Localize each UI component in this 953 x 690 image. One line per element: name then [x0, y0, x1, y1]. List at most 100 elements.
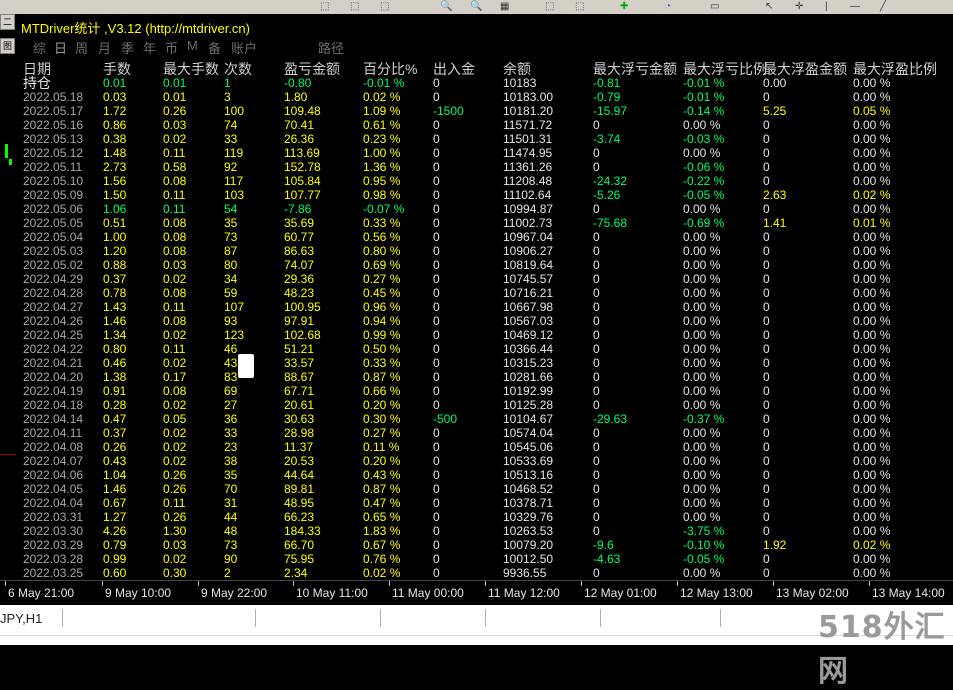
- crosshair-icon[interactable]: ✛: [795, 1, 803, 13]
- table-row[interactable]: 2022.05.06 1.06 0.11 54 -7.86 -0.07 % 0 10994.8…: [16, 202, 953, 216]
- toolbar-icon[interactable]: ⬚: [545, 1, 554, 13]
- table-row[interactable]: 2022.04.25 1.34 0.02 123 102.68 0.99 % 0 10469.…: [16, 328, 953, 342]
- table-row[interactable]: 2022.04.18 0.28 0.02 27 20.61 0.20 % 0 10125.28…: [16, 398, 953, 412]
- table-row[interactable]: 2022.05.05 0.51 0.08 35 35.69 0.33 % 0 11002.73…: [16, 216, 953, 230]
- tab-magic[interactable]: M: [187, 38, 198, 53]
- table-row[interactable]: 2022.05.09 1.50 0.11 103 107.77 0.98 % 0 11102.…: [16, 188, 953, 202]
- status-divider: [0, 635, 953, 636]
- scroll-marker[interactable]: [238, 354, 254, 378]
- cell-percent: 0.66 %: [363, 384, 401, 398]
- table-row[interactable]: 2022.05.10 1.56 0.08 117 105.84 0.95 % 0 11208.…: [16, 174, 953, 188]
- table-row[interactable]: 2022.04.05 1.46 0.26 70 89.81 0.87 % 0 10468.52…: [16, 482, 953, 496]
- cell-balance: 11571.72: [503, 118, 553, 132]
- add-icon[interactable]: ✚: [620, 1, 628, 13]
- zoom-out-icon[interactable]: 🔍: [470, 1, 482, 13]
- cell-date: 2022.03.25: [23, 566, 84, 580]
- table-row[interactable]: 2022.04.27 1.43 0.11 107 100.95 0.96 % 0 10667.…: [16, 300, 953, 314]
- cell-max-float-loss-pct: 0.00 %: [683, 440, 721, 454]
- time-tick: [485, 581, 486, 586]
- cell-count: 33: [224, 132, 238, 146]
- status-separator: [600, 609, 601, 627]
- table-row[interactable]: 2022.05.02 0.88 0.03 80 74.07 0.69 % 0 10819.64…: [16, 258, 953, 272]
- table-row[interactable]: 2022.03.25 0.60 0.30 2 2.34 0.02 % 0 9936.55 0 0.…: [16, 566, 953, 580]
- table-row[interactable]: 2022.05.16 0.86 0.03 74 70.41 0.61 % 0 11571.72…: [16, 118, 953, 132]
- holding-row[interactable]: 持仓 0.01 0.01 1 -0.80 -0.01 % 0 10183 -0.…: [16, 76, 953, 90]
- zoom-in-icon[interactable]: 🔍: [440, 1, 452, 13]
- tab-note[interactable]: 备: [208, 38, 221, 57]
- table-row[interactable]: 2022.03.29 0.79 0.03 73 66.70 0.67 % 0 10079.20…: [16, 538, 953, 552]
- cell-balance: 10263.53: [503, 524, 554, 538]
- cursor-icon[interactable]: ↖: [765, 1, 773, 13]
- chart-tab-symbol[interactable]: JPY,H1: [0, 611, 42, 626]
- table-row[interactable]: 2022.05.03 1.20 0.08 87 86.63 0.80 % 0 10906.27…: [16, 244, 953, 258]
- tab-account[interactable]: 账户: [231, 38, 257, 57]
- table-row[interactable]: 2022.04.21 0.46 0.02 43 33.57 0.33 % 0 10315.23…: [16, 356, 953, 370]
- cell-balance: 10378.71: [503, 496, 554, 510]
- cell-flow: 0: [433, 328, 440, 342]
- tab-summary[interactable]: 综: [33, 38, 46, 57]
- tab-currency[interactable]: 币: [165, 38, 178, 57]
- cell-percent: 0.69 %: [363, 258, 401, 272]
- trendline-icon[interactable]: ╱: [880, 1, 886, 13]
- table-row[interactable]: 2022.04.22 0.80 0.11 46 51.21 0.50 % 0 10366.44…: [16, 342, 953, 356]
- cell-flow: 0: [433, 370, 440, 384]
- cell-date: 2022.05.03: [23, 244, 84, 258]
- grid-icon[interactable]: ▦: [500, 1, 509, 13]
- table-row[interactable]: 2022.05.18 0.03 0.01 3 1.80 0.02 % 0 10183.00 -0…: [16, 90, 953, 104]
- window-icon[interactable]: ▭: [710, 1, 719, 13]
- table-row[interactable]: 2022.05.04 1.00 0.08 73 60.77 0.56 % 0 10967.04…: [16, 230, 953, 244]
- sidebar-button[interactable]: 图: [0, 38, 15, 54]
- table-row[interactable]: 2022.05.13 0.38 0.02 33 26.36 0.23 % 0 11501.31…: [16, 132, 953, 146]
- table-row[interactable]: 2022.04.11 0.37 0.02 33 28.98 0.27 % 0 10574.04…: [16, 426, 953, 440]
- cell-max-float-loss: 0: [593, 426, 600, 440]
- cell-max-float-gain: 5.25: [763, 104, 787, 118]
- tab-week[interactable]: 周: [75, 38, 88, 57]
- horizontal-line-icon[interactable]: —: [850, 1, 860, 13]
- tab-year[interactable]: 年: [143, 38, 156, 57]
- table-row[interactable]: 2022.04.26 1.46 0.08 93 97.91 0.94 % 0 10567.03…: [16, 314, 953, 328]
- toolbar-icon[interactable]: ⬚: [575, 1, 584, 13]
- table-row[interactable]: 2022.03.30 4.26 1.30 48 184.33 1.83 % 0 10263.5…: [16, 524, 953, 538]
- vertical-line-icon[interactable]: |: [825, 1, 828, 13]
- time-tick: [389, 581, 390, 586]
- cell-pnl: 75.95: [284, 552, 315, 566]
- cell-date: 2022.04.28: [23, 286, 84, 300]
- cell-percent: 1.00 %: [363, 146, 401, 160]
- table-row[interactable]: 2022.04.20 1.38 0.17 83 88.67 0.87 % 0 10281.66…: [16, 370, 953, 384]
- cell-lots: 0.67: [103, 496, 127, 510]
- cell-pnl: 100.95: [284, 300, 321, 314]
- cell-max-float-loss-pct: 0.00 %: [683, 118, 721, 132]
- cell-max-float-loss: 0: [593, 496, 600, 510]
- cell-max-float-loss-pct: -0.05 %: [683, 552, 725, 566]
- tab-quarter[interactable]: 季: [121, 38, 134, 57]
- cell-date: 2022.03.31: [23, 510, 84, 524]
- table-row[interactable]: 2022.03.28 0.99 0.02 90 75.95 0.76 % 0 10012.50…: [16, 552, 953, 566]
- tab-path[interactable]: 路径: [318, 38, 344, 57]
- table-row[interactable]: 2022.04.08 0.26 0.02 23 11.37 0.11 % 0 10545.06…: [16, 440, 953, 454]
- table-row[interactable]: 2022.03.31 1.27 0.26 44 66.23 0.65 % 0 10329.76…: [16, 510, 953, 524]
- status-separator: [485, 609, 486, 627]
- sidebar-button[interactable]: 二: [0, 14, 15, 30]
- table-row[interactable]: 2022.04.28 0.78 0.08 59 48.23 0.45 % 0 10716.21…: [16, 286, 953, 300]
- status-separator: [62, 609, 63, 627]
- table-row[interactable]: 2022.04.19 0.91 0.08 69 67.71 0.66 % 0 10192.99…: [16, 384, 953, 398]
- cell-percent: 1.36 %: [363, 160, 401, 174]
- table-row[interactable]: 2022.04.14 0.47 0.05 36 30.63 0.30 % -500 10104…: [16, 412, 953, 426]
- table-row[interactable]: 2022.04.29 0.37 0.02 34 29.36 0.27 % 0 10745.57…: [16, 272, 953, 286]
- tab-month[interactable]: 月: [98, 38, 111, 57]
- table-row[interactable]: 2022.04.06 1.04 0.26 35 44.64 0.43 % 0 10513.16…: [16, 468, 953, 482]
- cell-percent: -0.01 %: [363, 76, 405, 90]
- clock-icon[interactable]: ◔: [665, 1, 671, 13]
- table-row[interactable]: 2022.04.04 0.67 0.11 31 48.95 0.47 % 0 10378.71…: [16, 496, 953, 510]
- table-row[interactable]: 2022.05.12 1.48 0.11 119 113.69 1.00 % 0 11474.…: [16, 146, 953, 160]
- cell-balance: 10545.06: [503, 440, 554, 454]
- cell-max-float-gain-pct: 0.00 %: [853, 384, 891, 398]
- toolbar-icon[interactable]: ⬚: [380, 1, 389, 13]
- tab-day[interactable]: 日: [54, 38, 67, 57]
- table-row[interactable]: 2022.05.11 2.73 0.58 92 152.78 1.36 % 0 11361.2…: [16, 160, 953, 174]
- toolbar-icon[interactable]: ⬚: [350, 1, 359, 13]
- cell-max-float-loss-pct: 0.00 %: [683, 314, 721, 328]
- toolbar-icon[interactable]: ⬚: [320, 1, 329, 13]
- table-row[interactable]: 2022.05.17 1.72 0.26 100 109.48 1.09 % -1500 10…: [16, 104, 953, 118]
- table-row[interactable]: 2022.04.07 0.43 0.02 38 20.53 0.20 % 0 10533.69…: [16, 454, 953, 468]
